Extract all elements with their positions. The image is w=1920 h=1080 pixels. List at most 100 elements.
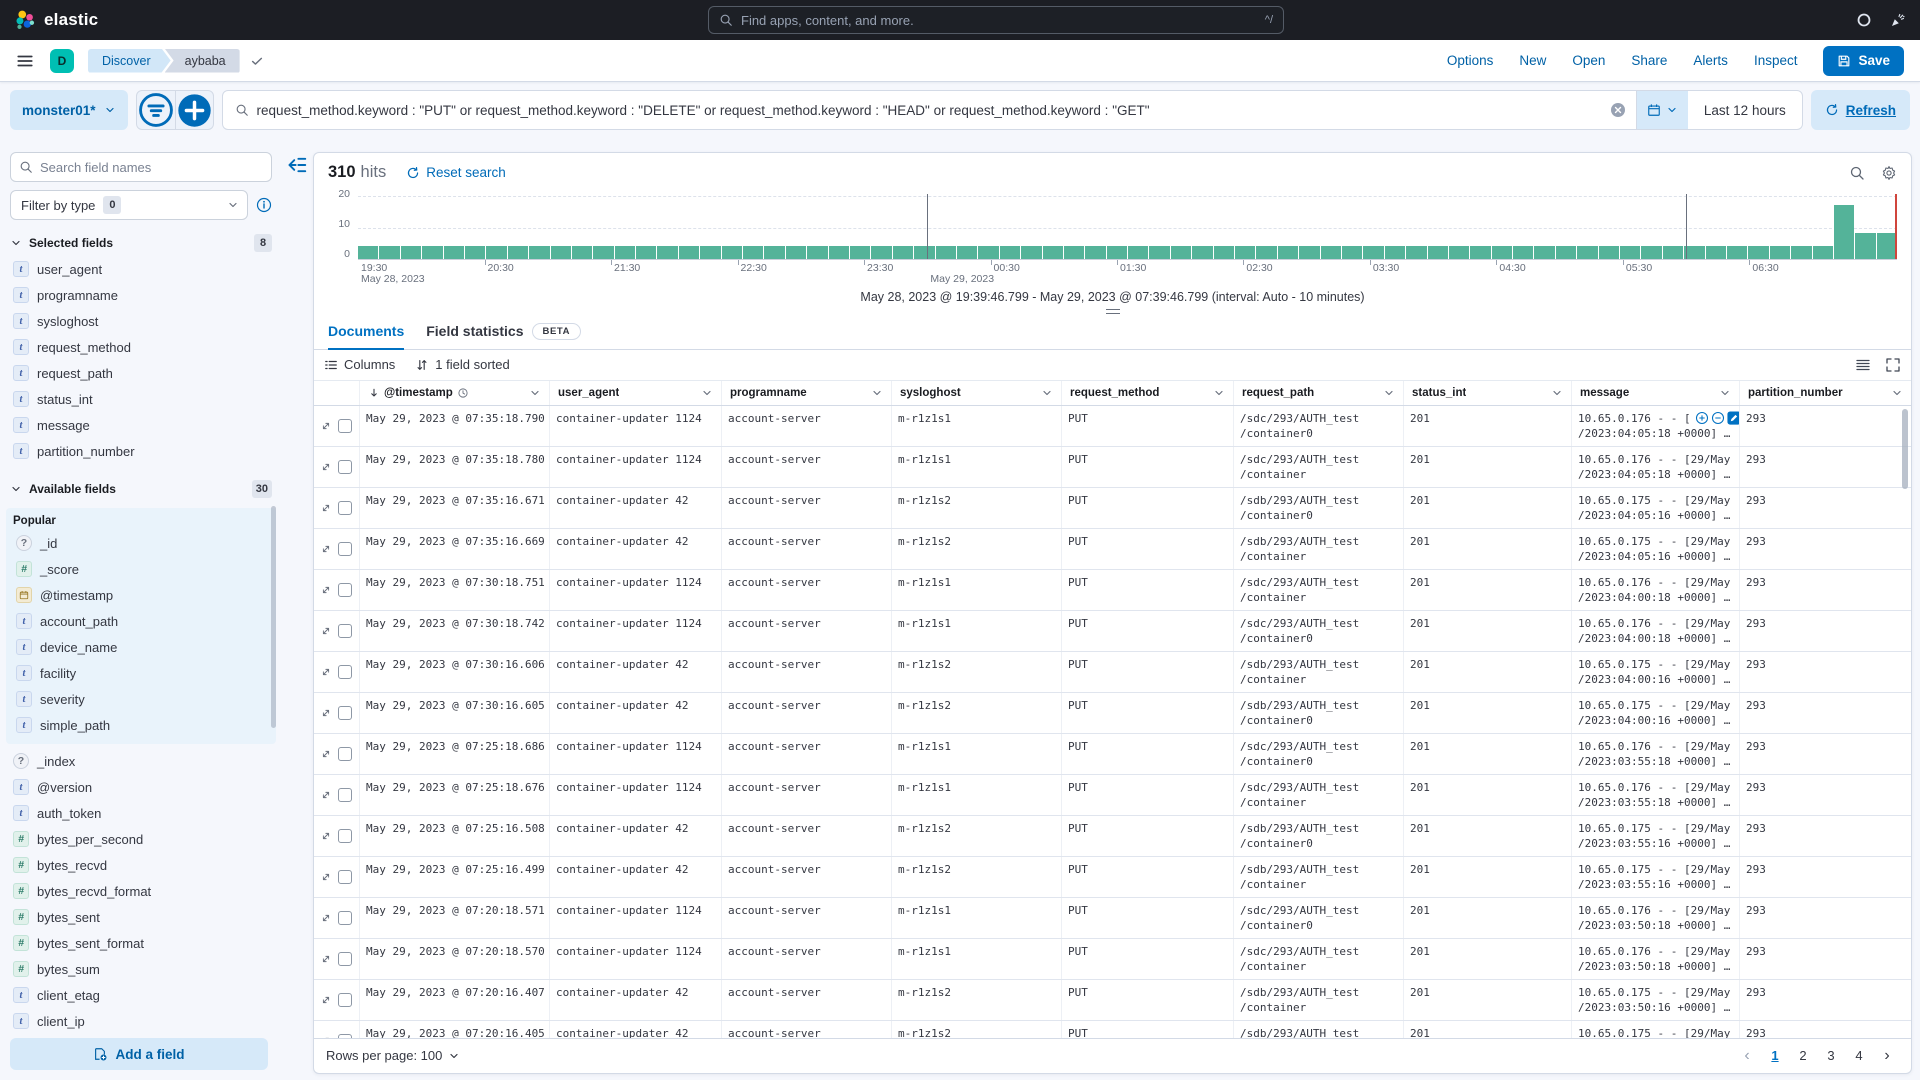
field-item-bytes_sent[interactable]: #bytes_sent — [10, 904, 272, 930]
time-range-button[interactable]: Last 12 hours — [1688, 91, 1802, 129]
open-link[interactable]: Open — [1572, 53, 1605, 68]
chart-options-gear-icon[interactable] — [1881, 165, 1897, 181]
expand-row-icon[interactable] — [320, 994, 332, 1006]
field-item-bytes_sent_format[interactable]: #bytes_sent_format — [10, 930, 272, 956]
column-header-@timestamp[interactable]: @timestamp — [360, 381, 550, 405]
field-search[interactable] — [10, 152, 272, 182]
saved-query-menu-icon[interactable] — [137, 91, 175, 129]
column-header-programname[interactable]: programname — [722, 381, 892, 405]
column-menu-chevron-icon[interactable] — [1551, 387, 1563, 399]
column-menu-chevron-icon[interactable] — [701, 387, 713, 399]
options-link[interactable]: Options — [1447, 53, 1494, 68]
sidebar-scrollbar[interactable] — [271, 506, 276, 728]
data-view-picker[interactable]: monster01* — [10, 90, 128, 130]
filter-by-type-select[interactable]: Filter by type 0 — [10, 190, 248, 220]
expand-row-icon[interactable] — [320, 543, 332, 555]
query-input[interactable] — [257, 103, 1600, 118]
field-item-request_path[interactable]: trequest_path — [10, 360, 272, 386]
histogram-chart[interactable]: 20 10 0 19:3020:3021:3022:3023:3000:3001… — [314, 192, 1911, 316]
global-search[interactable]: ^/ — [708, 6, 1284, 34]
expand-row-icon[interactable] — [320, 748, 332, 760]
field-item-programname[interactable]: tprogramname — [10, 282, 272, 308]
row-checkbox[interactable] — [338, 952, 352, 966]
row-checkbox[interactable] — [338, 911, 352, 925]
field-item-severity[interactable]: tseverity — [13, 686, 272, 712]
row-checkbox[interactable] — [338, 460, 352, 474]
sort-fields-button[interactable]: 1 field sorted — [415, 357, 509, 372]
expand-row-icon[interactable] — [320, 871, 332, 883]
column-header-status_int[interactable]: status_int — [1404, 381, 1572, 405]
column-header-partition_number[interactable]: partition_number — [1740, 381, 1911, 405]
row-checkbox[interactable] — [338, 788, 352, 802]
expand-row-icon[interactable] — [320, 666, 332, 678]
columns-button[interactable]: Columns — [324, 357, 395, 372]
field-item-message[interactable]: tmessage — [10, 412, 272, 438]
page-4[interactable]: 4 — [1847, 1044, 1871, 1068]
field-item-simple_path[interactable]: tsimple_path — [13, 712, 272, 738]
expand-row-icon[interactable] — [320, 707, 332, 719]
column-header-request_method[interactable]: request_method — [1062, 381, 1234, 405]
row-checkbox[interactable] — [338, 419, 352, 433]
field-types-info-icon[interactable] — [256, 197, 272, 213]
column-menu-chevron-icon[interactable] — [1041, 387, 1053, 399]
field-item-facility[interactable]: tfacility — [13, 660, 272, 686]
refresh-button[interactable]: Refresh — [1811, 90, 1910, 130]
filter-out-value-icon[interactable] — [1711, 411, 1725, 425]
reset-search-link[interactable]: Reset search — [406, 165, 506, 180]
alerts-link[interactable]: Alerts — [1693, 53, 1728, 68]
expand-row-icon[interactable] — [320, 912, 332, 924]
field-item-request_method[interactable]: trequest_method — [10, 334, 272, 360]
page-3[interactable]: 3 — [1819, 1044, 1843, 1068]
row-checkbox[interactable] — [338, 542, 352, 556]
row-checkbox[interactable] — [338, 747, 352, 761]
expand-row-icon[interactable] — [320, 461, 332, 473]
field-item-_index[interactable]: ?_index — [10, 748, 272, 774]
field-item-client_etag[interactable]: tclient_etag — [10, 982, 272, 1008]
save-button[interactable]: Save — [1823, 46, 1904, 76]
row-checkbox[interactable] — [338, 583, 352, 597]
page-1[interactable]: 1 — [1763, 1044, 1787, 1068]
field-item-client_ip[interactable]: tclient_ip — [10, 1008, 272, 1034]
row-checkbox[interactable] — [338, 870, 352, 884]
field-item-_score[interactable]: #_score — [13, 556, 272, 582]
guided-setup-ring-icon[interactable] — [1856, 12, 1872, 28]
share-link[interactable]: Share — [1631, 53, 1667, 68]
column-menu-chevron-icon[interactable] — [1383, 387, 1395, 399]
field-item-account_path[interactable]: taccount_path — [13, 608, 272, 634]
whats-new-popper-icon[interactable] — [1890, 12, 1906, 28]
column-menu-chevron-icon[interactable] — [529, 387, 541, 399]
clear-query-icon[interactable] — [1610, 102, 1626, 118]
add-filter-icon[interactable] — [175, 91, 213, 129]
filter-for-value-icon[interactable] — [1695, 411, 1709, 425]
field-item-sysloghost[interactable]: tsysloghost — [10, 308, 272, 334]
column-header-request_path[interactable]: request_path — [1234, 381, 1404, 405]
field-item-status_int[interactable]: tstatus_int — [10, 386, 272, 412]
edit-cell-icon[interactable] — [1727, 411, 1740, 425]
column-header-message[interactable]: message — [1572, 381, 1740, 405]
expand-row-icon[interactable] — [320, 830, 332, 842]
grid-scrollbar[interactable] — [1902, 409, 1908, 489]
column-menu-chevron-icon[interactable] — [871, 387, 883, 399]
column-menu-chevron-icon[interactable] — [1891, 387, 1903, 399]
elastic-logo[interactable]: elastic — [14, 9, 98, 31]
rows-per-page-button[interactable]: Rows per page: 100 — [326, 1048, 460, 1063]
field-search-input[interactable] — [40, 160, 263, 175]
field-item-bytes_sum[interactable]: #bytes_sum — [10, 956, 272, 982]
display-options-icon[interactable] — [1855, 357, 1871, 373]
expand-row-icon[interactable] — [320, 1035, 332, 1038]
tab-documents[interactable]: Documents — [328, 323, 404, 350]
field-item-@timestamp[interactable]: @timestamp — [13, 582, 272, 608]
collapse-sidebar-icon[interactable] — [286, 154, 308, 176]
chart-resize-handle[interactable] — [1106, 309, 1120, 314]
field-item-partition_number[interactable]: tpartition_number — [10, 438, 272, 464]
available-fields-header[interactable]: Available fields 30 — [10, 476, 272, 502]
date-picker-calendar-button[interactable] — [1637, 91, 1688, 129]
row-checkbox[interactable] — [338, 829, 352, 843]
menu-hamburger-icon[interactable] — [16, 52, 34, 70]
expand-row-icon[interactable] — [320, 420, 332, 432]
fullscreen-icon[interactable] — [1885, 357, 1901, 373]
previous-page-icon[interactable]: ‹ — [1735, 1044, 1759, 1068]
expand-row-icon[interactable] — [320, 502, 332, 514]
breadcrumb-saved-search[interactable]: aybaba — [165, 49, 240, 73]
column-menu-chevron-icon[interactable] — [1213, 387, 1225, 399]
